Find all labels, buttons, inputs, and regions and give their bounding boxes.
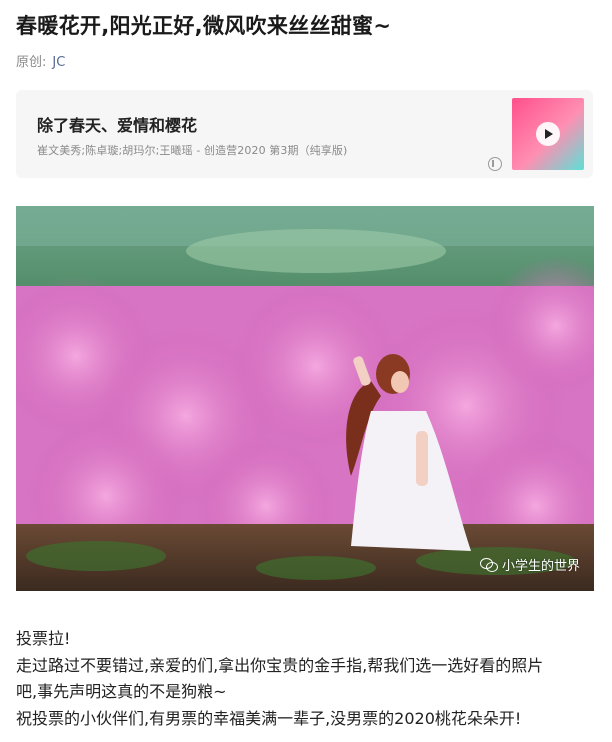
song-title: 除了春天、爱情和樱花: [37, 116, 198, 135]
qq-music-icon: [488, 157, 502, 171]
article-body: 投票拉! 走过路过不要错过,亲爱的们,拿出你宝贵的金手指,帮我们选一选好看的照片…: [16, 626, 602, 732]
body-line: 祝投票的小伙伴们,有男票的幸福美满一辈子,没男票的2020桃花朵朵开!: [16, 708, 522, 728]
article-title: 春暖花开,阳光正好,微风吹来丝丝甜蜜~: [16, 14, 392, 38]
music-card[interactable]: 除了春天、爱情和樱花 崔文美秀;陈卓璇;胡玛尔;王曦瑶 - 创造营2020 第3…: [16, 90, 593, 178]
article-photo[interactable]: 小学生的世界: [16, 206, 594, 591]
watermark-text: 小学生的世界: [501, 559, 580, 574]
wechat-icon: [479, 557, 498, 572]
article-meta: 原创: JC: [16, 54, 65, 72]
song-singer: 崔文美秀;陈卓璇;胡玛尔;王曦瑶 - 创造营2020 第3期（纯享版): [37, 144, 348, 157]
play-icon[interactable]: [536, 122, 560, 146]
watermark: 小学生的世界: [479, 555, 580, 574]
album-cover[interactable]: [512, 98, 584, 170]
body-line: 走过路过不要错过,亲爱的们,拿出你宝贵的金手指,帮我们选一选好看的照片: [16, 655, 544, 675]
body-line: 吧,事先声明这真的不是狗粮~: [16, 682, 227, 701]
body-line: 投票拉!: [16, 629, 71, 648]
original-label: 原创:: [16, 55, 47, 70]
blossom-field-image: [16, 206, 594, 591]
author-link[interactable]: JC: [52, 55, 65, 70]
